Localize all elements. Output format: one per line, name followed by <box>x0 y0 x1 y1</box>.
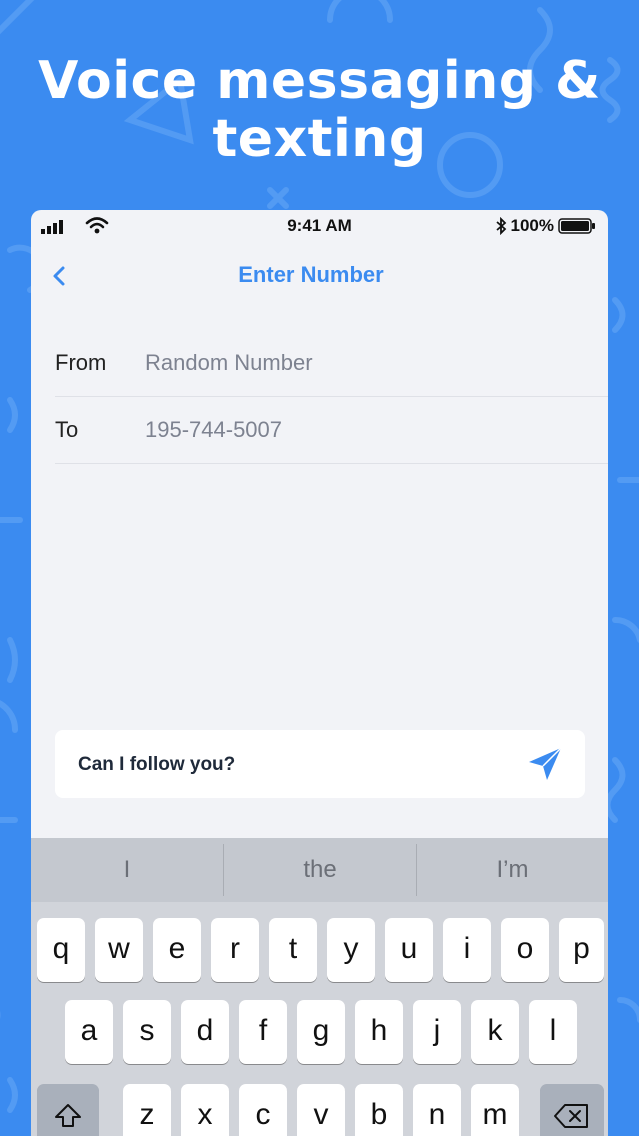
to-label: To <box>55 417 79 442</box>
key-v[interactable]: v <box>297 1084 345 1136</box>
status-right: 100% <box>495 216 596 236</box>
suggestion-1[interactable]: I <box>31 838 223 902</box>
key-k[interactable]: k <box>471 1000 519 1064</box>
key-i[interactable]: i <box>443 918 491 982</box>
key-f[interactable]: f <box>239 1000 287 1064</box>
send-button[interactable] <box>525 744 565 784</box>
key-y[interactable]: y <box>327 918 375 982</box>
key-e[interactable]: e <box>153 918 201 982</box>
shift-key[interactable] <box>37 1084 99 1136</box>
key-w[interactable]: w <box>95 918 143 982</box>
key-p[interactable]: p <box>559 918 604 982</box>
key-z[interactable]: z <box>123 1084 171 1136</box>
key-x[interactable]: x <box>181 1084 229 1136</box>
suggestion-3[interactable]: I’m <box>417 838 608 902</box>
key-c[interactable]: c <box>239 1084 287 1136</box>
from-field-row[interactable]: From Random Number <box>55 330 608 397</box>
key-n[interactable]: n <box>413 1084 461 1136</box>
message-input[interactable]: Can I follow you? <box>78 754 235 776</box>
key-d[interactable]: d <box>181 1000 229 1064</box>
backspace-key[interactable] <box>540 1084 604 1136</box>
headline: Voice messaging & texting <box>0 52 639 168</box>
suggestion-bar: I the I’m <box>31 838 608 902</box>
to-value[interactable]: 195-744-5007 <box>145 417 282 443</box>
status-bar: 9:41 AM 100% <box>31 210 608 242</box>
key-j[interactable]: j <box>413 1000 461 1064</box>
key-g[interactable]: g <box>297 1000 345 1064</box>
headline-line-1: Voice messaging & <box>38 51 601 111</box>
key-b[interactable]: b <box>355 1084 403 1136</box>
key-r[interactable]: r <box>211 918 259 982</box>
message-composer[interactable]: Can I follow you? <box>55 730 585 798</box>
key-u[interactable]: u <box>385 918 433 982</box>
key-m[interactable]: m <box>471 1084 519 1136</box>
from-label: From <box>55 350 107 375</box>
key-h[interactable]: h <box>355 1000 403 1064</box>
send-icon <box>529 747 562 780</box>
navigation-bar: Enter Number <box>31 250 608 300</box>
key-o[interactable]: o <box>501 918 549 982</box>
battery-icon <box>558 218 595 234</box>
keyboard: I the I’m q w e r t y u i o p a s d f g … <box>31 838 608 1136</box>
phone-screen: 9:41 AM 100% Enter Number From Random Nu… <box>31 210 608 1136</box>
key-t[interactable]: t <box>269 918 317 982</box>
battery-percent: 100% <box>510 216 554 235</box>
key-a[interactable]: a <box>65 1000 113 1064</box>
bluetooth-icon <box>495 217 506 235</box>
page-title: Enter Number <box>238 262 384 287</box>
headline-line-2: texting <box>212 109 427 169</box>
key-l[interactable]: l <box>529 1000 577 1064</box>
key-s[interactable]: s <box>123 1000 171 1064</box>
backspace-icon <box>554 1104 588 1128</box>
suggestion-2[interactable]: the <box>224 838 416 902</box>
key-q[interactable]: q <box>37 918 85 982</box>
to-field-row[interactable]: To 195-744-5007 <box>55 397 608 464</box>
from-value[interactable]: Random Number <box>145 350 313 376</box>
shift-icon <box>55 1104 81 1127</box>
